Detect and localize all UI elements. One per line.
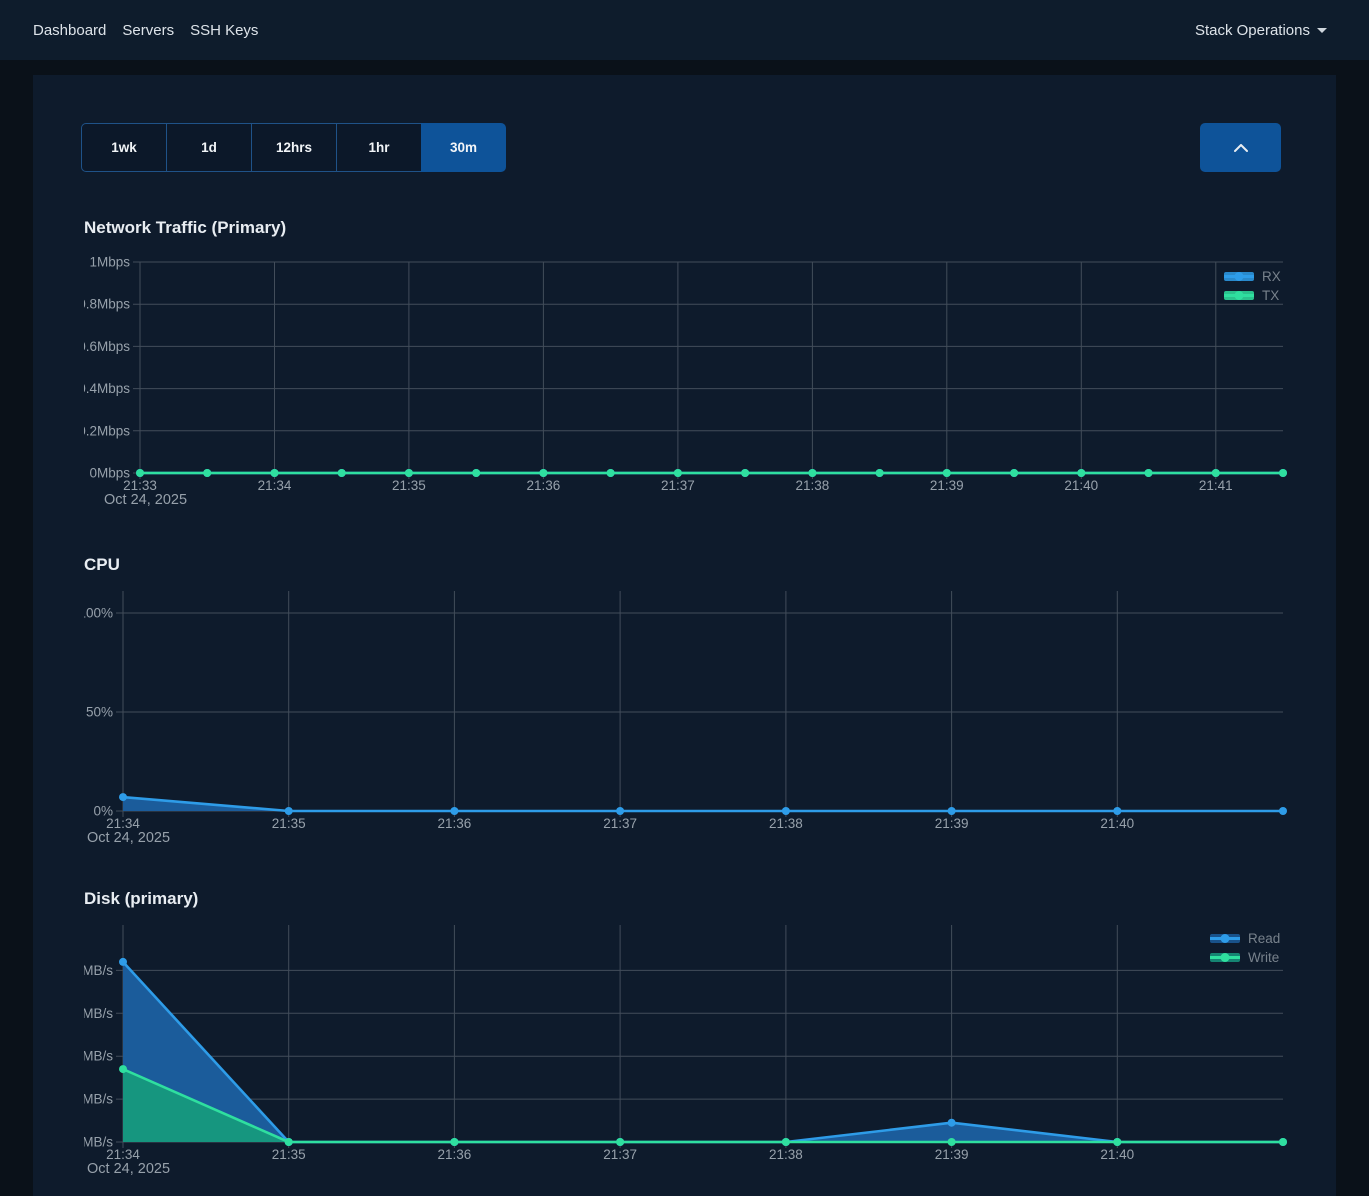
svg-text:3MB/s: 3MB/s [84,1006,113,1021]
range-button-12hrs[interactable]: 12hrs [251,123,336,172]
svg-text:21:39: 21:39 [930,478,964,493]
svg-text:21:34: 21:34 [106,1147,140,1162]
svg-text:21:39: 21:39 [935,816,969,831]
nav-link-servers[interactable]: Servers [122,18,174,43]
svg-text:21:38: 21:38 [769,1147,803,1162]
range-button-1wk[interactable]: 1wk [81,123,166,172]
svg-text:Oct 24, 2025: Oct 24, 2025 [87,830,170,846]
svg-text:1Mbps: 1Mbps [89,255,130,270]
svg-text:4MB/s: 4MB/s [84,963,113,978]
svg-text:21:37: 21:37 [603,816,637,831]
svg-text:21:39: 21:39 [935,1147,969,1162]
svg-text:21:33: 21:33 [123,478,157,493]
svg-text:2MB/s: 2MB/s [84,1049,113,1064]
network-traffic-chart: 1Mbps0.8Mbps0.6Mbps0.4Mbps0.2Mbps0Mbps21… [84,254,1336,509]
svg-text:1MB/s: 1MB/s [84,1092,113,1107]
stack-operations-label: Stack Operations [1195,22,1310,39]
svg-text:21:40: 21:40 [1100,1147,1134,1162]
svg-text:21:40: 21:40 [1100,816,1134,831]
cpu-chart: 100%50%0%21:3421:3521:3621:3721:3821:392… [84,591,1336,847]
time-range-group: 1wk1d12hrs1hr30m [81,123,506,172]
network-traffic-section: Network Traffic (Primary) 1Mbps 0.8Mbps 0.… [33,218,1336,509]
caret-down-icon [1317,28,1327,33]
svg-text:21:37: 21:37 [603,1147,637,1162]
svg-text:21:34: 21:34 [258,478,292,493]
svg-text:Oct 24, 2025: Oct 24, 2025 [87,1161,170,1177]
svg-text:100%: 100% [84,606,113,621]
disk-section: Disk (primary) 4MB/s3MB/s2MB/s1MB/s0MB/s… [33,889,1336,1178]
svg-text:RX: RX [1262,269,1281,284]
svg-text:0.4Mbps: 0.4Mbps [84,381,130,396]
cpu-section: CPU 100%50%0%21:3421:3521:3621:3721:3821… [33,555,1336,847]
svg-text:21:38: 21:38 [769,816,803,831]
svg-text:21:41: 21:41 [1199,478,1233,493]
svg-text:21:35: 21:35 [272,1147,306,1162]
svg-text:0.2Mbps: 0.2Mbps [84,423,130,438]
svg-text:21:36: 21:36 [438,1147,472,1162]
svg-text:21:36: 21:36 [527,478,561,493]
range-button-1d[interactable]: 1d [166,123,251,172]
chevron-up-icon [1234,144,1248,152]
svg-text:21:36: 21:36 [438,816,472,831]
svg-text:50%: 50% [86,705,113,720]
main-panel: 1wk1d12hrs1hr30m Network Traffic (Primar… [33,75,1336,1196]
stack-operations-dropdown[interactable]: Stack Operations [1195,22,1327,39]
chart-toolbar: 1wk1d12hrs1hr30m [33,123,1336,172]
range-button-30m[interactable]: 30m [421,123,506,172]
range-button-1hr[interactable]: 1hr [336,123,421,172]
nav-links: Dashboard Servers SSH Keys [33,18,258,43]
svg-text:21:38: 21:38 [796,478,830,493]
disk-chart: 4MB/s3MB/s2MB/s1MB/s0MB/s21:3421:3521:36… [84,925,1336,1178]
nav-link-dashboard[interactable]: Dashboard [33,18,106,43]
svg-text:Write: Write [1248,950,1279,965]
cpu-title: CPU [84,555,1336,575]
svg-text:21:37: 21:37 [661,478,695,493]
svg-text:21:35: 21:35 [272,816,306,831]
disk-title: Disk (primary) [84,889,1336,909]
svg-text:21:40: 21:40 [1064,478,1098,493]
svg-text:Oct 24, 2025: Oct 24, 2025 [104,492,187,508]
nav-link-ssh-keys[interactable]: SSH Keys [190,18,258,43]
svg-text:0.8Mbps: 0.8Mbps [84,297,130,312]
collapse-charts-button[interactable] [1200,123,1281,172]
svg-text:0.6Mbps: 0.6Mbps [84,339,130,354]
top-navbar: Dashboard Servers SSH Keys Stack Operation… [0,0,1369,60]
svg-text:TX: TX [1262,288,1279,303]
svg-text:21:35: 21:35 [392,478,426,493]
svg-text:21:34: 21:34 [106,816,140,831]
network-traffic-title: Network Traffic (Primary) [84,218,1336,238]
svg-text:Read: Read [1248,931,1280,946]
